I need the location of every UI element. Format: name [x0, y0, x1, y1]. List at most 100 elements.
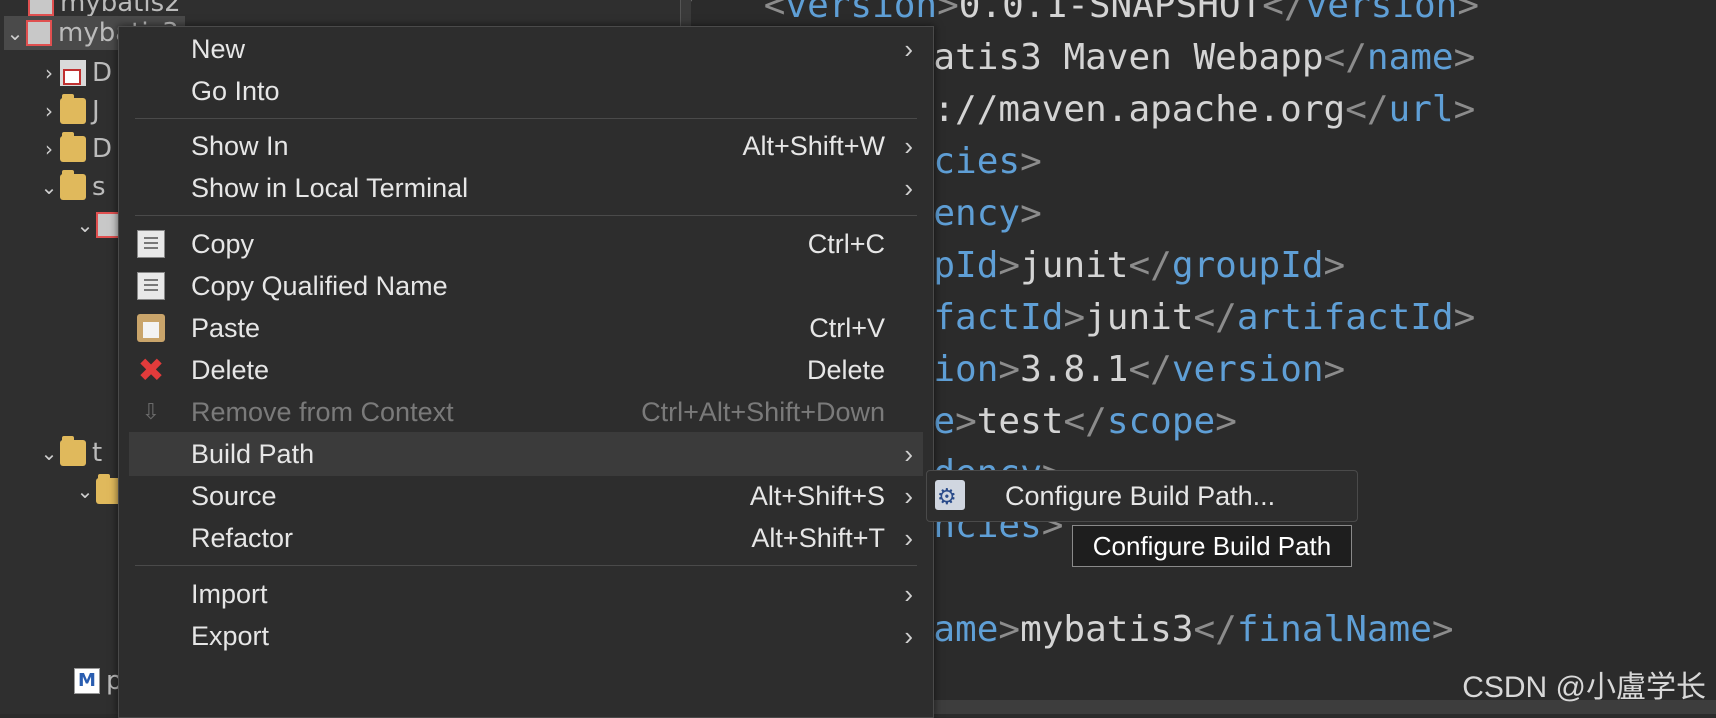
tag-bracket: </: [1128, 245, 1172, 286]
tree-item-target[interactable]: ⌄ t: [38, 436, 102, 470]
menu-item-remove-from-context: ⇩ Remove from Context Ctrl+Alt+Shift+Down: [129, 390, 923, 434]
chevron-right-icon[interactable]: ›: [38, 100, 60, 122]
tag-bracket: >: [937, 0, 959, 26]
tag-bracket: </: [1193, 609, 1237, 650]
tree-item-label: t: [92, 438, 103, 468]
menu-item-label: Paste: [191, 312, 261, 343]
menu-item-copy-qualified-name[interactable]: Copy Qualified Name: [129, 264, 923, 308]
chevron-down-icon[interactable]: ⌄: [74, 480, 96, 502]
folder-icon: [60, 132, 86, 162]
open-tag: version: [785, 0, 938, 26]
chevron-down-icon[interactable]: ⌄: [4, 22, 26, 44]
project-icon: [26, 20, 52, 46]
tag-bracket: >: [1453, 37, 1476, 78]
menu-item-shortcut: Delete: [806, 354, 885, 385]
tag-bracket: >: [955, 401, 977, 442]
menu-item-label: Go Into: [191, 75, 280, 106]
code-prefix: /: [691, 0, 764, 26]
code-text: 3.8.1: [1020, 349, 1129, 390]
menu-item-source[interactable]: Source Alt+Shift+S ›: [129, 474, 923, 518]
remove-from-context-icon: ⇩: [141, 399, 161, 424]
code-text: mybatis3 Maven Webapp: [868, 37, 1324, 78]
tag-bracket: >: [1323, 245, 1346, 286]
menu-item-show-in-local-terminal[interactable]: Show in Local Terminal ›: [129, 166, 923, 210]
menu-item-copy[interactable]: Copy Ctrl+C: [129, 222, 923, 266]
code-text: mybatis3: [1020, 609, 1194, 650]
tag-bracket: >: [998, 609, 1021, 650]
menu-item-label: Show In: [191, 130, 289, 161]
menu-item-label: Copy: [191, 228, 255, 259]
code-text: test: [976, 401, 1064, 442]
chevron-down-icon[interactable]: ⌄: [38, 176, 60, 198]
tree-item-deployed[interactable]: › D: [38, 132, 112, 166]
build-path-submenu: Configure Build Path...: [926, 470, 1358, 522]
paste-icon: [137, 314, 165, 342]
close-tag: groupId: [1171, 245, 1324, 286]
tag-bracket: >: [998, 245, 1021, 286]
close-tag: artifactId: [1236, 297, 1454, 338]
menu-item-label: Source: [191, 480, 277, 511]
context-menu: New › Go Into Show In Alt+Shift+W › Show in Lo…: [118, 26, 934, 718]
menu-item-show-in[interactable]: Show In Alt+Shift+W ›: [129, 124, 923, 168]
tag-bracket: </: [1345, 89, 1389, 130]
menu-item-paste[interactable]: Paste Ctrl+V: [129, 306, 923, 350]
chevron-down-icon[interactable]: ⌄: [38, 442, 60, 464]
tag-bracket: >: [998, 349, 1021, 390]
menu-item-build-path[interactable]: Build Path ›: [129, 432, 923, 476]
folder-icon: [60, 436, 86, 466]
tag-bracket: >: [1453, 89, 1476, 130]
submenu-item-label: Configure Build Path...: [1005, 480, 1276, 511]
folder-icon: [60, 170, 86, 200]
menu-item-label: Remove from Context: [191, 396, 454, 427]
menu-item-label: New: [191, 33, 246, 64]
chevron-right-icon[interactable]: ›: [38, 62, 60, 84]
tag-bracket: </: [1063, 401, 1107, 442]
code-text: 0.0.1-SNAPSHOT: [958, 0, 1263, 26]
menu-item-export[interactable]: Export ›: [129, 614, 923, 658]
menu-item-label: Import: [191, 578, 268, 609]
chevron-right-icon: ›: [904, 172, 913, 203]
tree-item-src[interactable]: ⌄ s: [38, 170, 106, 204]
tag-bracket: </: [1193, 297, 1237, 338]
menu-item-go-into[interactable]: Go Into: [129, 69, 923, 113]
menu-item-delete[interactable]: ✖ Delete Delete: [129, 348, 923, 392]
menu-item-label: Export: [191, 620, 270, 651]
close-tag: name: [1366, 37, 1454, 78]
close-tag: version: [1171, 349, 1324, 390]
tag-bracket: >: [1431, 609, 1454, 650]
chevron-right-icon: ›: [904, 130, 913, 161]
tag-bracket: >: [1020, 141, 1042, 182]
tree-item-pom[interactable]: M p: [74, 664, 123, 698]
copy-qualified-name-icon: [137, 272, 165, 300]
menu-item-label: Show in Local Terminal: [191, 172, 469, 203]
chevron-right-icon: ›: [904, 578, 913, 609]
menu-item-label: Refactor: [191, 522, 294, 553]
menu-separator: [135, 118, 917, 119]
menu-separator: [135, 565, 917, 566]
menu-item-import[interactable]: Import ›: [129, 572, 923, 616]
tree-item-label: s: [92, 172, 106, 202]
menu-item-label: Build Path: [191, 438, 315, 469]
close-tag: url: [1388, 89, 1454, 130]
close-tag: version: [1305, 0, 1458, 26]
configure-build-path-menu-item[interactable]: Configure Build Path...: [933, 474, 1351, 518]
folder-icon: [60, 94, 86, 124]
tree-item-deployment[interactable]: › D: [38, 56, 112, 90]
tag-bracket: </: [1262, 0, 1306, 26]
chevron-right-icon[interactable]: ›: [38, 138, 60, 160]
copy-icon: [137, 230, 165, 258]
tag-bracket: >: [1323, 349, 1346, 390]
menu-item-refactor[interactable]: Refactor Alt+Shift+T ›: [129, 516, 923, 560]
deployment-descriptor-icon: [60, 60, 86, 86]
chevron-right-icon: ›: [904, 438, 913, 469]
close-tag: finalName: [1236, 609, 1432, 650]
code-text: junit: [1085, 297, 1194, 338]
menu-item-shortcut: Ctrl+V: [809, 312, 885, 343]
tree-item-jax[interactable]: › J: [38, 94, 100, 128]
menu-item-shortcut: Alt+Shift+T: [751, 522, 885, 553]
chevron-down-icon[interactable]: ⌄: [74, 214, 96, 236]
tag-bracket: >: [1453, 297, 1476, 338]
menu-item-shortcut: Ctrl+C: [807, 228, 885, 259]
tag-bracket: >: [1457, 0, 1479, 26]
menu-item-new[interactable]: New ›: [129, 27, 923, 71]
